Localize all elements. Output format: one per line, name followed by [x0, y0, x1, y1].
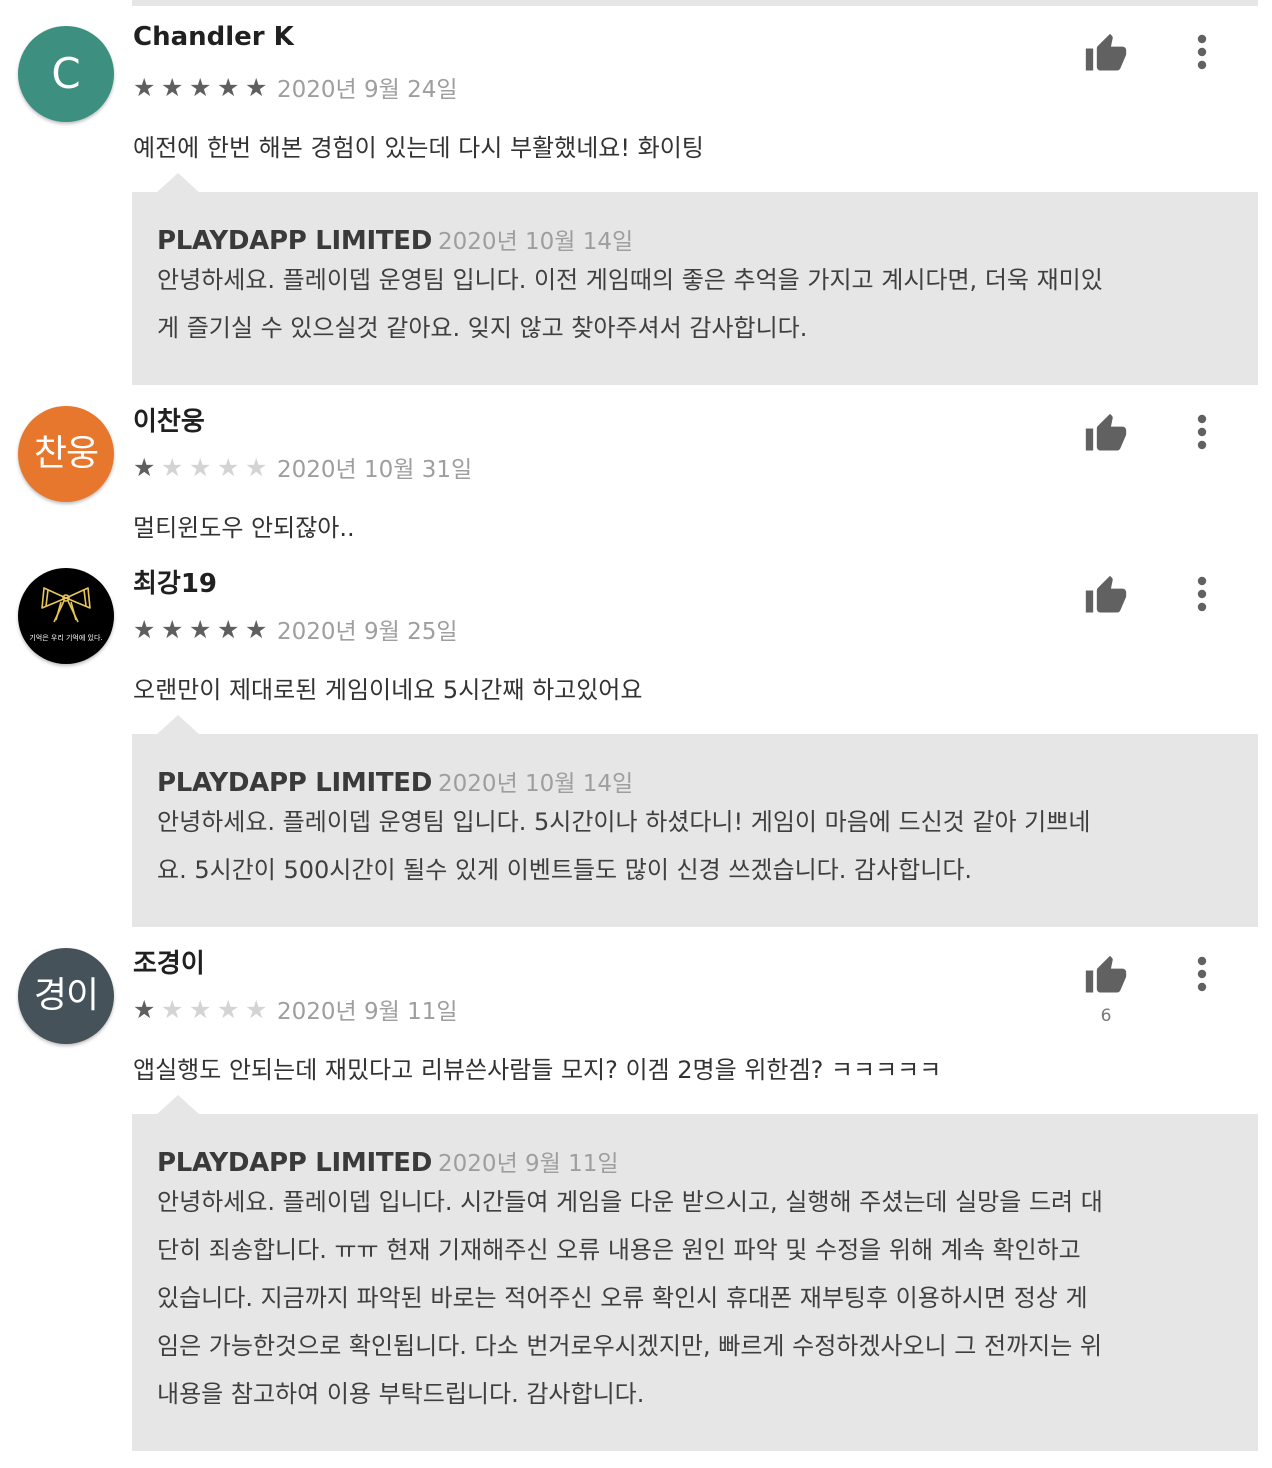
reply-date: 2020년 9월 11일	[438, 1151, 619, 1177]
star-icon: ★	[217, 994, 240, 1024]
like-button[interactable]	[1080, 950, 1132, 1002]
star-icon: ★	[133, 614, 156, 644]
review-author: 최강19	[133, 569, 218, 599]
star-icon: ★	[217, 72, 240, 102]
reply-line: 안녕하세요. 플레이뎁 입니다. 시간들여 게임을 다운 받으시고, 실행해 주…	[157, 1188, 1103, 1216]
avatar-initial: 찬웅	[33, 433, 99, 474]
reply-date: 2020년 10월 14일	[438, 771, 634, 797]
more-vert-icon	[1197, 956, 1207, 992]
developer-reply: PLAYDAPP LIMITED 2020년 10월 14일 안녕하세요. 플레…	[132, 734, 1258, 927]
reply-pointer	[156, 173, 200, 193]
rating-row: ★ ★ ★ ★ ★ 2020년 9월 11일	[133, 994, 458, 1026]
star-icon: ★	[245, 614, 268, 644]
like-button[interactable]	[1080, 408, 1132, 460]
star-icon: ★	[133, 452, 156, 482]
developer-name: PLAYDAPP LIMITED	[157, 768, 433, 798]
more-options-button[interactable]	[1184, 406, 1220, 458]
star-icon: ★	[133, 994, 156, 1024]
star-icon: ★	[217, 614, 240, 644]
star-icon: ★	[189, 614, 212, 644]
reply-text: 안녕하세요. 플레이뎁 운영팀 입니다. 5시간이나 하셨다니! 게임이 마음에…	[157, 798, 1232, 894]
like-button[interactable]	[1080, 570, 1132, 622]
thumbs-up-icon	[1085, 575, 1127, 613]
star-icon: ★	[245, 994, 268, 1024]
avatar-caption: 기억은 우리 기억에 있다.	[29, 633, 102, 642]
rating-row: ★ ★ ★ ★ ★ 2020년 9월 25일	[133, 614, 458, 646]
reply-pointer	[156, 1095, 200, 1115]
star-icon: ★	[189, 452, 212, 482]
star-icon: ★	[189, 72, 212, 102]
avatar-initial: C	[51, 49, 81, 98]
like-button[interactable]	[1080, 28, 1132, 80]
review-author: 조경이	[133, 949, 205, 979]
developer-name: PLAYDAPP LIMITED	[157, 226, 433, 256]
star-rating: ★ ★ ★ ★ ★	[133, 455, 273, 480]
reply-line: 임은 가능한것으로 확인됩니다. 다소 번거로우시겠지만, 빠르게 수정하겠사오…	[157, 1332, 1103, 1360]
previous-reply-edge	[132, 0, 1258, 6]
more-options-button[interactable]	[1184, 948, 1220, 1000]
star-icon: ★	[161, 994, 184, 1024]
review-author: Chandler K	[133, 22, 294, 52]
like-count: 6	[1100, 1006, 1112, 1026]
avatar[interactable]: C	[18, 26, 114, 122]
reply-line: 내용을 참고하여 이용 부탁드립니다. 감사합니다.	[157, 1380, 645, 1408]
reply-pointer	[156, 715, 200, 735]
reply-header: PLAYDAPP LIMITED 2020년 10월 14일	[157, 764, 1232, 798]
bow-icon: 기억은 우리 기억에 있다.	[29, 587, 103, 642]
avatar-initial: 경이	[33, 975, 99, 1016]
avatar[interactable]: 찬웅	[18, 406, 114, 502]
review-date: 2020년 9월 24일	[277, 77, 458, 103]
review-text: 오랜만이 제대로된 게임이네요 5시간째 하고있어요	[133, 676, 643, 704]
star-icon: ★	[217, 452, 240, 482]
reply-text: 안녕하세요. 플레이뎁 입니다. 시간들여 게임을 다운 받으시고, 실행해 주…	[157, 1178, 1232, 1418]
developer-name: PLAYDAPP LIMITED	[157, 1148, 433, 1178]
more-vert-icon	[1197, 34, 1207, 70]
reply-line: 있습니다. 지금까지 파악된 바로는 적어주신 오류 확인시 휴대폰 재부팅후 …	[157, 1284, 1088, 1312]
reply-header: PLAYDAPP LIMITED 2020년 10월 14일	[157, 222, 1232, 256]
developer-reply: PLAYDAPP LIMITED 2020년 10월 14일 안녕하세요. 플레…	[132, 192, 1258, 385]
reply-line: 게 즐기실 수 있으실것 같아요. 잊지 않고 찾아주셔서 감사합니다.	[157, 314, 808, 342]
review-text: 멀티윈도우 안되잖아..	[133, 514, 355, 542]
star-icon: ★	[161, 614, 184, 644]
reply-line: 안녕하세요. 플레이뎁 운영팀 입니다. 5시간이나 하셨다니! 게임이 마음에…	[157, 808, 1091, 836]
thumbs-up-icon	[1085, 33, 1127, 71]
star-icon: ★	[189, 994, 212, 1024]
avatar[interactable]: 경이	[18, 948, 114, 1044]
review-text: 예전에 한번 해본 경험이 있는데 다시 부활했네요! 화이팅	[133, 134, 704, 162]
rating-row: ★ ★ ★ ★ ★ 2020년 10월 31일	[133, 452, 473, 484]
reply-line: 안녕하세요. 플레이뎁 운영팀 입니다. 이전 게임때의 좋은 추억을 가지고 …	[157, 266, 1103, 294]
rating-row: ★ ★ ★ ★ ★ 2020년 9월 24일	[133, 72, 458, 104]
more-options-button[interactable]	[1184, 26, 1220, 78]
star-rating: ★ ★ ★ ★ ★	[133, 617, 273, 642]
star-rating: ★ ★ ★ ★ ★	[133, 75, 273, 100]
avatar[interactable]: 기억은 우리 기억에 있다.	[18, 568, 114, 664]
star-icon: ★	[161, 72, 184, 102]
more-vert-icon	[1197, 576, 1207, 612]
star-rating: ★ ★ ★ ★ ★	[133, 997, 273, 1022]
reply-text: 안녕하세요. 플레이뎁 운영팀 입니다. 이전 게임때의 좋은 추억을 가지고 …	[157, 256, 1232, 352]
thumbs-up-icon	[1085, 955, 1127, 993]
reply-date: 2020년 10월 14일	[438, 229, 634, 255]
review-date: 2020년 9월 25일	[277, 619, 458, 645]
star-icon: ★	[245, 452, 268, 482]
review-date: 2020년 10월 31일	[277, 457, 473, 483]
star-icon: ★	[133, 72, 156, 102]
developer-reply: PLAYDAPP LIMITED 2020년 9월 11일 안녕하세요. 플레이…	[132, 1114, 1258, 1451]
star-icon: ★	[245, 72, 268, 102]
more-vert-icon	[1197, 414, 1207, 450]
review-author: 이찬웅	[133, 407, 205, 437]
more-options-button[interactable]	[1184, 568, 1220, 620]
reply-header: PLAYDAPP LIMITED 2020년 9월 11일	[157, 1144, 1232, 1178]
thumbs-up-icon	[1085, 413, 1127, 451]
review-text: 앱실행도 안되는데 재밌다고 리뷰쓴사람들 모지? 이겜 2명을 위한겜? ㅋㅋ…	[133, 1056, 942, 1084]
reply-line: 단히 죄송합니다. ㅠㅠ 현재 기재해주신 오류 내용은 원인 파악 및 수정을…	[157, 1236, 1081, 1264]
reply-line: 요. 5시간이 500시간이 될수 있게 이벤트들도 많이 신경 쓰겠습니다. …	[157, 856, 973, 884]
review-date: 2020년 9월 11일	[277, 999, 458, 1025]
star-icon: ★	[161, 452, 184, 482]
